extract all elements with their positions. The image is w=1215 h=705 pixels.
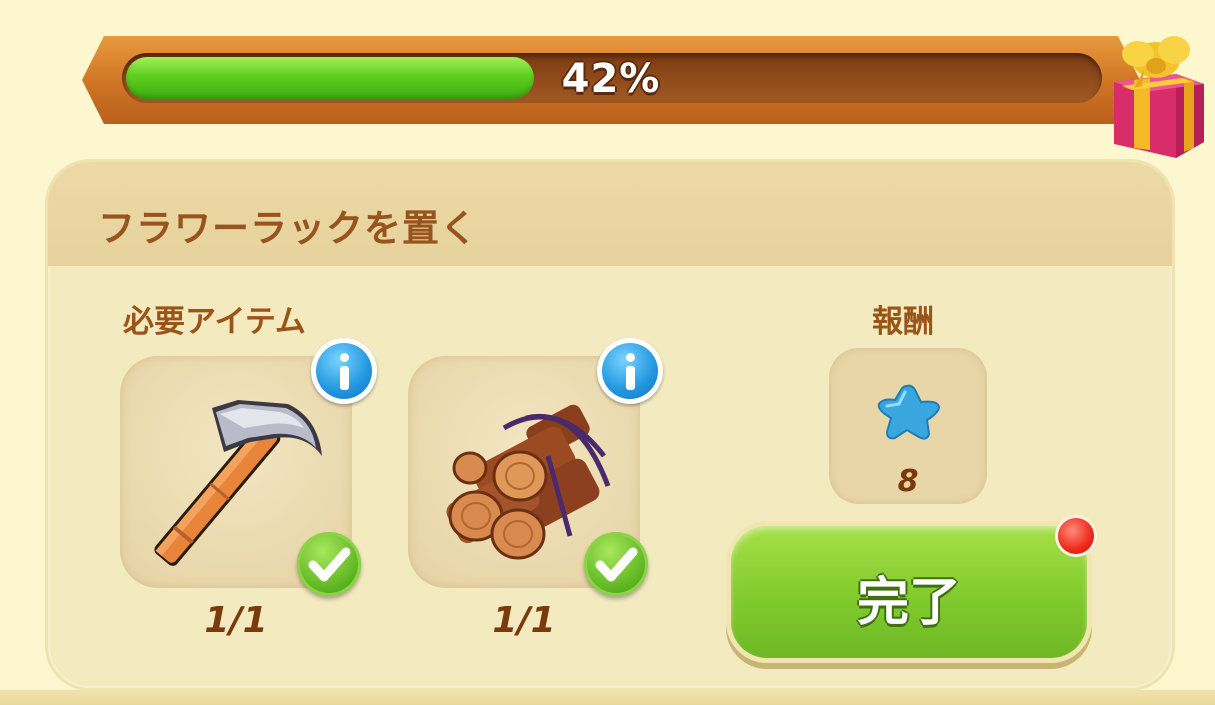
- quest-title: フラワーラックを置く: [98, 207, 478, 250]
- item-count-hammer: 1/1: [204, 600, 268, 641]
- info-icon: [602, 343, 658, 399]
- quest-panel: フラワーラックを置く 必要アイテム 報酬 1/1 1/1 8 完了: [48, 162, 1172, 688]
- checkmark-icon: [584, 532, 648, 596]
- reward-slot[interactable]: 8: [829, 348, 987, 504]
- checkmark-icon: [297, 532, 361, 596]
- progress-bar: 42%: [82, 36, 1204, 158]
- reward-amount: 8: [897, 464, 919, 499]
- info-button-logs[interactable]: [597, 338, 663, 404]
- complete-button-label: 完了: [856, 573, 961, 633]
- required-items-label: 必要アイテム: [123, 304, 306, 340]
- reward-label: 報酬: [872, 304, 934, 340]
- info-button-hammer[interactable]: [311, 338, 377, 404]
- progress-percent: 42%: [561, 56, 661, 102]
- background-strip: [0, 690, 1215, 705]
- info-icon: [316, 343, 372, 399]
- notification-dot: [1058, 518, 1094, 554]
- gift-box-icon[interactable]: [1104, 32, 1208, 160]
- complete-button[interactable]: 完了: [731, 526, 1087, 658]
- item-count-logs: 1/1: [492, 600, 556, 641]
- blue-star-icon: [877, 384, 941, 440]
